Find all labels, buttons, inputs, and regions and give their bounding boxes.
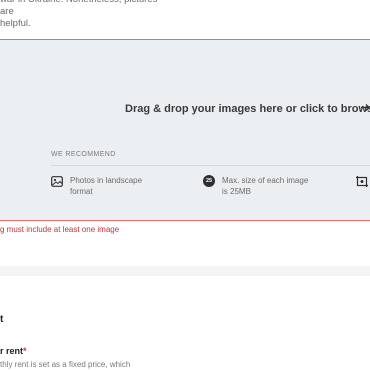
- dropzone-prompt-text: Drag & drop your images here or click to…: [125, 103, 370, 115]
- section-divider-band: [0, 266, 370, 276]
- recommend-divider: [51, 165, 370, 166]
- arrow-right-icon: [360, 102, 370, 116]
- image-error-message: g must include at least one image: [0, 225, 120, 234]
- rent-field-label: r rent*: [0, 346, 27, 356]
- recommend-label: WE RECOMMEND: [51, 151, 116, 158]
- required-marker: *: [23, 346, 27, 356]
- recommend-item-size: 25 Max. size of each image is 25MB: [203, 175, 313, 199]
- recommend-item-text: Photos in landscape format: [70, 176, 143, 196]
- dropzone-prompt[interactable]: Drag & drop your images here or click to…: [125, 103, 370, 117]
- recommend-item-crop: [356, 175, 370, 189]
- size-25-badge-icon: 25: [203, 175, 215, 187]
- recommend-item-landscape: Photos in landscape format: [51, 175, 161, 199]
- rent-field-help: thly rent is set as a fixed price, which: [0, 360, 131, 369]
- intro-text: war in Ukraine. Nonetheless, pictures ar…: [0, 0, 160, 30]
- rent-label-text: r rent: [0, 346, 24, 356]
- image-crop-icon: [356, 176, 368, 187]
- recommend-item-text: Max. size of each image is 25MB: [222, 176, 309, 196]
- intro-line-2: helpful.: [0, 18, 31, 29]
- section-heading: t: [0, 314, 4, 325]
- intro-line-1: war in Ukraine. Nonetheless, pictures ar…: [0, 0, 157, 17]
- landscape-photo-icon: [51, 176, 63, 187]
